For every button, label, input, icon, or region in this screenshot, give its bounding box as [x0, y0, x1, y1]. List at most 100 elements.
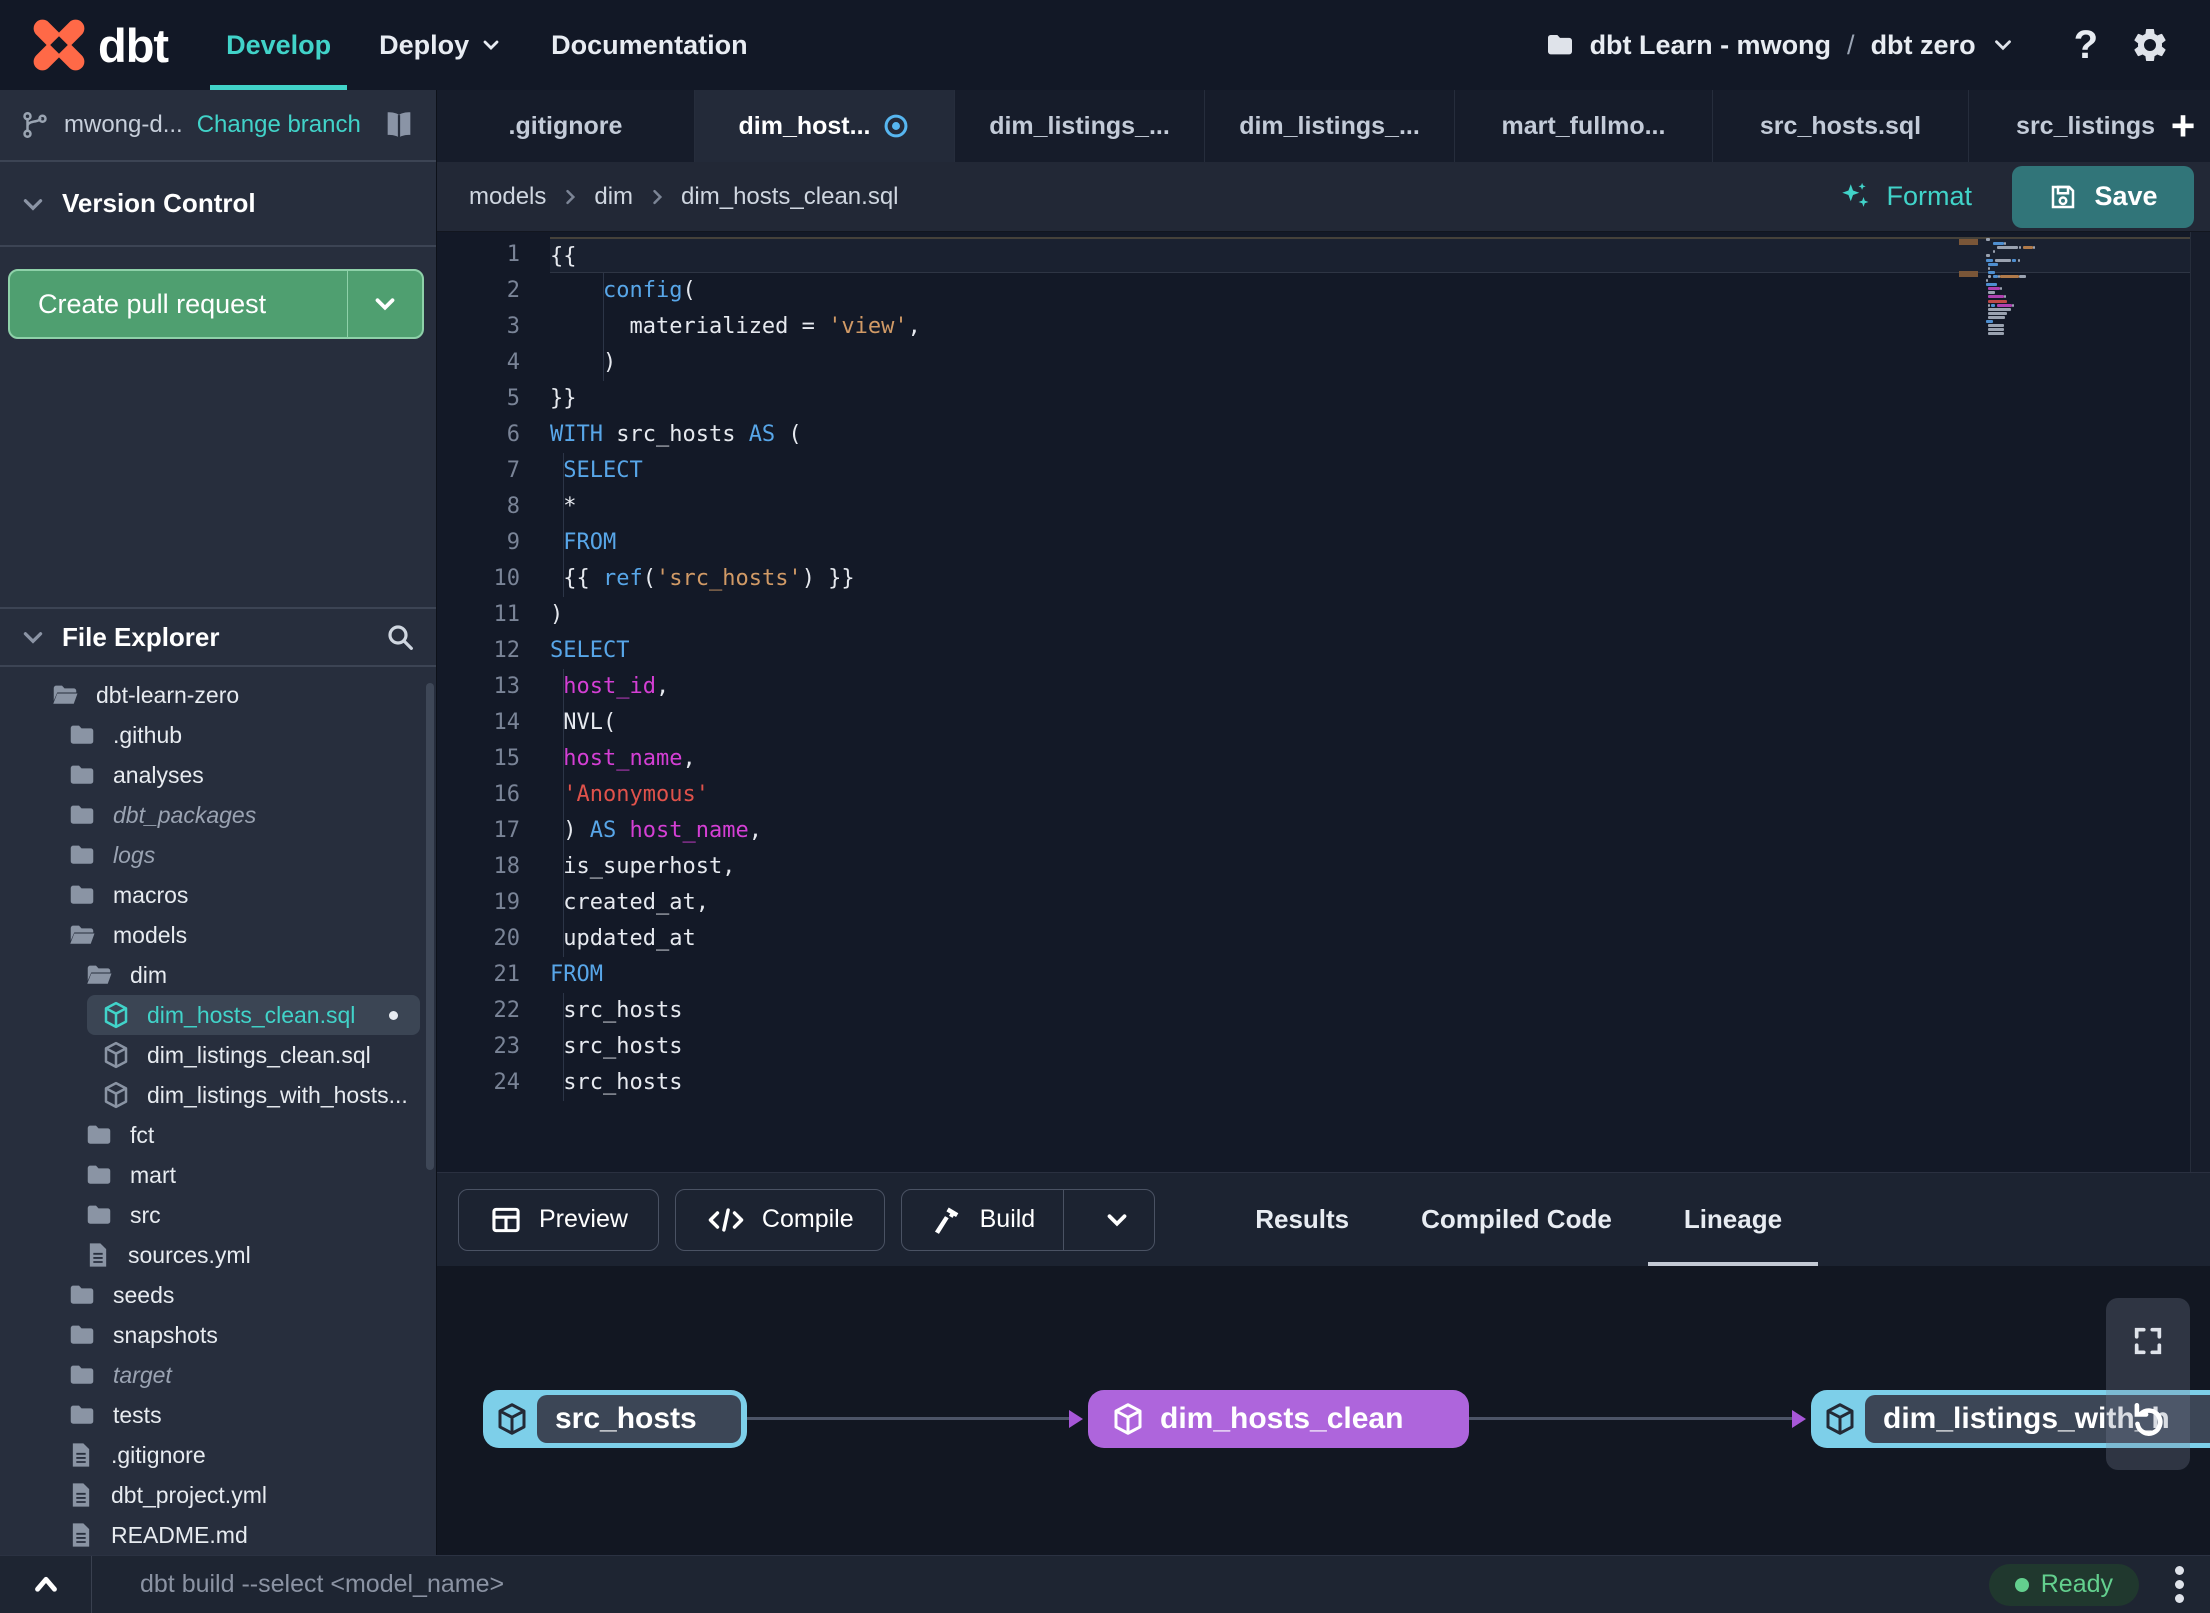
tree-item-label: dbt-learn-zero	[96, 681, 240, 708]
change-branch-link[interactable]: Change branch	[197, 111, 361, 139]
dbt-cloud-ide: dbt Develop Deploy Documentation dbt Learn…	[0, 0, 2210, 1613]
status-right: Ready	[1988, 1560, 2210, 1609]
tree-item-sources-yml[interactable]: sources.yml	[0, 1235, 436, 1275]
lineage-node-dim-hosts-clean[interactable]: dim_hosts_clean	[1088, 1390, 1469, 1448]
tree-item-readme-md[interactable]: README.md	[0, 1515, 436, 1555]
help-icon[interactable]: ?	[2030, 23, 2116, 68]
tree-item-dim[interactable]: dim	[0, 955, 436, 995]
tree-item-models[interactable]: models	[0, 915, 436, 955]
node-label: src_hosts	[537, 1395, 741, 1443]
folder-icon	[67, 1360, 97, 1390]
nav-item-develop[interactable]: Develop	[202, 0, 355, 90]
tree-item-dbt-project-yml[interactable]: dbt_project.yml	[0, 1475, 436, 1515]
breadcrumb-segment-models[interactable]: models	[469, 183, 546, 211]
compile-button[interactable]: Compile	[674, 1188, 885, 1251]
folder-icon	[67, 800, 97, 830]
main-column: .gitignore dim_host... dim_listings_... dim…	[437, 90, 2210, 1555]
tree-item-dim-listings-clean-sql[interactable]: dim_listings_clean.sql	[0, 1035, 436, 1075]
panel-tab-lineage[interactable]: Lineage	[1647, 1173, 1819, 1266]
tree-item-dbt-packages[interactable]: dbt_packages	[0, 795, 436, 835]
navbar-right: dbt Learn - mwong / dbt zero ?	[1544, 23, 2210, 68]
panel-tab-compiled-code[interactable]: Compiled Code	[1385, 1173, 1648, 1266]
tree-item-dbt-learn-zero[interactable]: dbt-learn-zero	[0, 675, 436, 715]
project-picker[interactable]: dbt Learn - mwong / dbt zero	[1544, 29, 2016, 61]
tree-item-mart[interactable]: mart	[0, 1155, 436, 1195]
preview-button[interactable]: Preview	[458, 1188, 659, 1251]
tree-item-gitignore[interactable]: .gitignore	[0, 1435, 436, 1475]
refresh-icon[interactable]	[2125, 1398, 2171, 1444]
pr-dropdown-caret[interactable]	[348, 271, 422, 337]
command-input[interactable]: dbt build --select <model_name>	[92, 1570, 504, 1599]
build-button[interactable]: Build	[900, 1188, 1156, 1251]
tab-src-hosts-sql[interactable]: src_hosts.sql	[1713, 90, 1969, 162]
gear-icon[interactable]	[2130, 25, 2170, 65]
breadcrumb-segment-dim-hosts-clean-sql[interactable]: dim_hosts_clean.sql	[681, 183, 898, 211]
code-lines: 1{{2 config(3 materialized = 'view', 4 ) 5…	[437, 232, 2210, 1172]
tree-item-dim-listings-with-hosts[interactable]: dim_listings_with_hosts...	[0, 1075, 436, 1115]
tree-item-fct[interactable]: fct	[0, 1115, 436, 1155]
tab-dim-host[interactable]: dim_host...	[695, 90, 955, 162]
build-dropdown-caret[interactable]	[1080, 1190, 1154, 1250]
line-content: src_hosts	[550, 1065, 2210, 1101]
button-label: Build	[979, 1205, 1036, 1233]
line-content: {{ ref('src_hosts') }}	[550, 561, 2210, 597]
version-control-header[interactable]: Version Control	[0, 162, 436, 247]
code-line-2: 2 config(	[437, 273, 2210, 309]
tree-item-label: dbt_packages	[113, 801, 257, 828]
line-content: 'Anonymous'	[550, 777, 2210, 813]
nav-item-label: Deploy	[379, 29, 470, 60]
button-label: Compile	[761, 1205, 854, 1233]
line-content: )	[550, 602, 564, 627]
tree-item-snapshots[interactable]: snapshots	[0, 1315, 436, 1355]
new-tab-button[interactable]: +	[2156, 90, 2210, 162]
kebab-menu-icon[interactable]	[2165, 1560, 2194, 1609]
format-button[interactable]: Format	[1828, 180, 1982, 214]
line-number: 5	[506, 386, 520, 411]
line-number: 7	[506, 458, 520, 483]
line-number: 18	[493, 854, 521, 879]
nav-item-documentation[interactable]: Documentation	[527, 0, 772, 90]
overview-ruler-mark	[1959, 271, 1978, 277]
tree-item-analyses[interactable]: analyses	[0, 755, 436, 795]
tab-gitignore[interactable]: .gitignore	[437, 90, 695, 162]
code-editor[interactable]: 1{{2 config(3 materialized = 'view', 4 ) 5…	[437, 232, 2210, 1172]
nav-item-label: Develop	[226, 29, 332, 60]
lineage-node-src-hosts[interactable]: src_hosts	[483, 1390, 747, 1448]
folder-icon	[1544, 29, 1576, 61]
tree-item-dim-hosts-clean-sql[interactable]: dim_hosts_clean.sql	[87, 995, 420, 1035]
line-number: 11	[493, 602, 521, 627]
tree-item-target[interactable]: target	[0, 1355, 436, 1395]
code-line-13: 13 host_id,	[437, 669, 2210, 705]
tree-item-logs[interactable]: logs	[0, 835, 436, 875]
editor-scrollbar[interactable]	[2190, 232, 2210, 1172]
lineage-edge	[1469, 1417, 1793, 1420]
search-icon[interactable]	[384, 621, 416, 653]
file-explorer-title: File Explorer	[62, 621, 220, 652]
docs-book-icon[interactable]	[382, 108, 416, 142]
code-line-8: 8 *	[437, 489, 2210, 525]
fullscreen-icon[interactable]	[2131, 1324, 2165, 1358]
line-content: FROM	[550, 525, 2210, 561]
breadcrumb-segment-dim[interactable]: dim	[594, 183, 633, 211]
tree-item-github[interactable]: .github	[0, 715, 436, 755]
model-cube-icon	[1815, 1401, 1865, 1437]
tree-item-src[interactable]: src	[0, 1195, 436, 1235]
tree-item-macros[interactable]: macros	[0, 875, 436, 915]
save-button[interactable]: Save	[2012, 165, 2194, 228]
tree-item-tests[interactable]: tests	[0, 1395, 436, 1435]
panel-tab-results[interactable]: Results	[1219, 1173, 1385, 1266]
tree-item-seeds[interactable]: seeds	[0, 1275, 436, 1315]
tab-dim-listings[interactable]: dim_listings_...	[1205, 90, 1455, 162]
tab-mart-fullmo[interactable]: mart_fullmo...	[1455, 90, 1713, 162]
nav-item-deploy[interactable]: Deploy	[355, 0, 527, 90]
file-explorer-header[interactable]: File Explorer	[0, 607, 436, 667]
sidebar-scrollbar[interactable]	[426, 683, 434, 1170]
tab-dim-listings[interactable]: dim_listings_...	[955, 90, 1205, 162]
tree-item-label: README.md	[111, 1521, 248, 1548]
command-bar-toggle[interactable]	[0, 1556, 92, 1613]
tree-item-label: models	[113, 921, 188, 948]
create-pull-request-button[interactable]: Create pull request	[8, 269, 424, 339]
folder-icon	[67, 760, 97, 790]
tree-item-label: sources.yml	[128, 1241, 251, 1268]
status-label: Ready	[2040, 1570, 2113, 1598]
